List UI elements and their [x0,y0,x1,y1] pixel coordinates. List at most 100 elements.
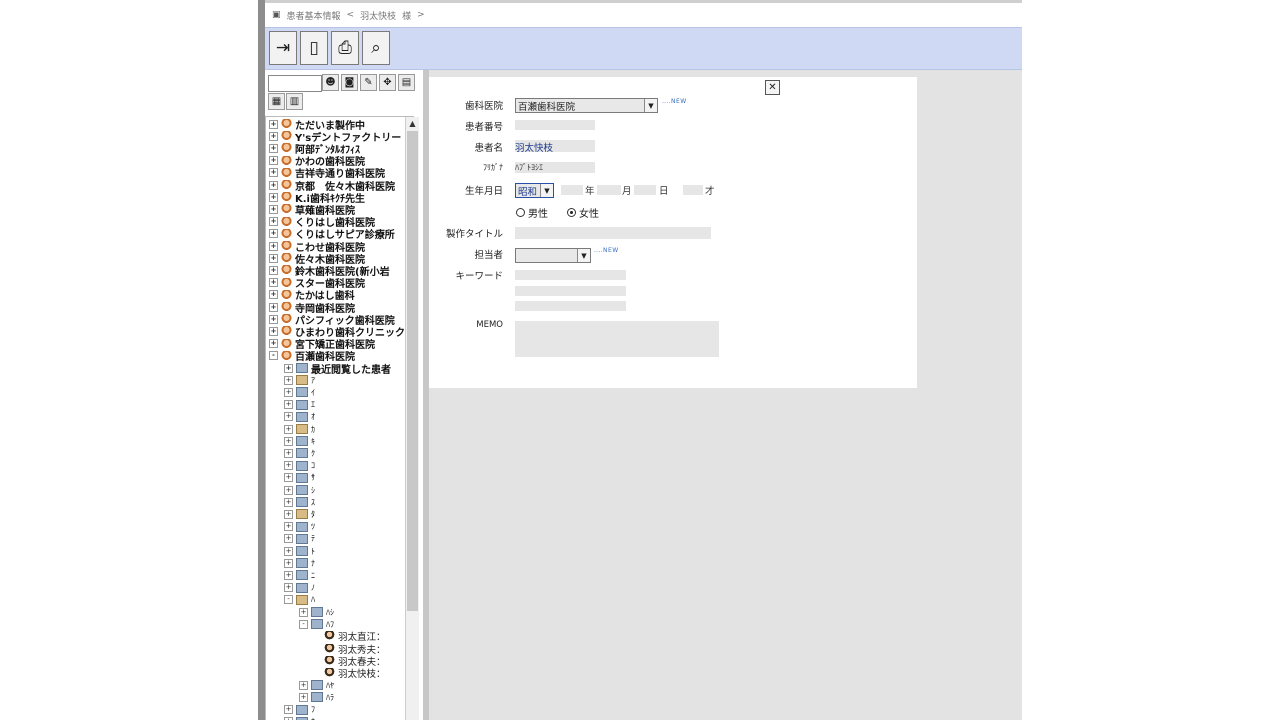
tree-kana-folder[interactable]: + ﾀ [284,508,315,520]
expand-icon[interactable]: + [269,156,278,166]
search-icon[interactable]: ⌕ [362,31,390,65]
move-icon[interactable]: ✥ [379,74,396,91]
tree-patient[interactable]: 羽太快枝： [314,667,386,680]
tree-kana-folder[interactable]: + ｶ [284,423,315,435]
camera-icon[interactable]: ◙ [341,74,358,91]
tree-kana-folder[interactable]: + ﾆ [284,569,315,581]
expand-icon[interactable]: + [284,473,293,483]
breadcrumb-section[interactable]: 患者基本情報 [287,9,341,22]
tree-kana-folder[interactable]: + ﾃ [284,533,315,545]
tree-line[interactable] [314,670,321,677]
tools-icon[interactable]: ✎ [360,74,377,91]
tree-line[interactable] [314,645,321,652]
tree-kana-folder[interactable]: + ｵ [284,411,315,423]
production-title-field[interactable] [515,227,711,239]
expand-icon[interactable]: + [284,436,293,446]
era-select[interactable]: 昭和 ▼ [515,183,554,198]
person-icon[interactable]: ☻ [322,74,339,91]
expand-icon[interactable]: + [269,290,278,300]
sidebar-search-input[interactable] [268,75,322,92]
expand-icon[interactable]: + [269,253,278,263]
print-icon[interactable]: ⎙ [331,31,359,65]
expand-icon[interactable]: + [284,534,293,544]
expand-icon[interactable]: + [299,607,308,617]
tree-kana-folder[interactable]: + ﾄ [284,545,315,557]
expand-icon[interactable]: + [269,204,278,214]
tree-kana-folder[interactable]: + ｱ [284,374,315,386]
tree-kana-folder[interactable]: + ﾅ [284,557,315,569]
tree-kana-folder[interactable]: + ｻ [284,472,315,484]
tree-patient[interactable]: 羽太秀夫： [314,643,386,656]
expand-icon[interactable]: + [284,387,293,397]
expand-icon[interactable]: + [284,522,293,532]
collapse-icon[interactable]: - [284,595,293,605]
expand-icon[interactable]: + [269,217,278,227]
detail-icon[interactable]: ▥ [286,93,303,110]
collapse-icon[interactable]: - [269,351,278,361]
tree-kana-folder[interactable]: + ｼ [284,484,315,496]
collapse-icon[interactable]: - [299,619,308,629]
patient-name-field[interactable]: 羽太快枝 [515,140,595,154]
expand-icon[interactable]: + [284,412,293,422]
memo-field[interactable] [515,321,719,357]
tree-kana-folder[interactable]: + ﾌ [284,704,315,716]
grid-icon[interactable]: ▦ [268,93,285,110]
expand-icon[interactable]: + [284,705,293,715]
expand-icon[interactable]: + [284,570,293,580]
new-staff-link[interactable]: ‥‥NEW [594,247,619,254]
expand-icon[interactable]: + [269,314,278,324]
patient-number-field[interactable] [515,120,595,130]
tree-patient[interactable]: 羽太直江： [314,630,386,643]
expand-icon[interactable]: + [269,192,278,202]
expand-icon[interactable]: + [284,400,293,410]
document-icon[interactable]: ▯ [300,31,328,65]
expand-icon[interactable]: + [284,583,293,593]
age-field[interactable] [683,185,703,195]
list-icon[interactable]: ▤ [398,74,415,91]
expand-icon[interactable]: + [284,558,293,568]
clinic-select[interactable]: 百瀬歯科医院 ▼ [515,98,658,113]
new-clinic-link[interactable]: ‥‥NEW [662,98,687,105]
gender-female-radio[interactable]: 女性 [567,205,599,220]
furigana-field[interactable]: ﾊﾌﾞﾄﾖｼｴ [515,162,595,173]
tree-scrollbar[interactable]: ▲ [405,117,419,720]
birth-month-field[interactable] [597,185,621,195]
expand-icon[interactable]: + [269,143,278,153]
expand-icon[interactable]: + [269,180,278,190]
tree-kana-folder[interactable]: -ﾊ [284,594,315,606]
expand-icon[interactable]: + [269,278,278,288]
tree-kana-folder[interactable]: + ｺ [284,460,315,472]
expand-icon[interactable]: + [269,131,278,141]
expand-icon[interactable]: + [284,424,293,434]
tree-line[interactable] [314,657,321,664]
keyword-field-2[interactable] [515,286,626,296]
expand-icon[interactable]: + [284,509,293,519]
tree-kana-subfolder[interactable]: - ﾊﾌ [299,618,334,630]
tree-kana-folder[interactable]: + ｸ [284,447,315,459]
staff-select[interactable]: ▼ [515,248,591,263]
expand-icon[interactable]: + [284,448,293,458]
tree-kana-folder[interactable]: + ﾉ [284,582,315,594]
expand-icon[interactable]: + [269,241,278,251]
expand-icon[interactable]: + [269,302,278,312]
expand-icon[interactable]: + [284,375,293,385]
tree-kana-folder[interactable]: + ﾂ [284,521,315,533]
keyword-field-1[interactable] [515,270,626,280]
tree-kana-folder[interactable]: +ﾎ [284,716,315,720]
tree-kana-subfolder[interactable]: + ﾊﾗ [299,691,334,703]
expand-icon[interactable]: + [299,692,308,702]
tree-kana-subfolder[interactable]: + ﾊｼ [299,606,334,618]
gender-male-radio[interactable]: 男性 [516,205,548,220]
expand-icon[interactable]: + [269,119,278,129]
tree-recent-patients[interactable]: + 最近閲覧した患者 [284,362,391,376]
tree-patient[interactable]: 羽太春夫： [314,655,386,668]
expand-icon[interactable]: + [269,229,278,239]
expand-icon[interactable]: + [284,363,293,373]
expand-icon[interactable]: + [269,326,278,336]
scroll-thumb[interactable] [407,131,418,611]
expand-icon[interactable]: + [284,546,293,556]
breadcrumb-patient[interactable]: 羽太快枝 [360,9,396,22]
expand-icon[interactable]: + [284,497,293,507]
expand-icon[interactable]: + [269,339,278,349]
birth-year-field[interactable] [561,185,583,195]
